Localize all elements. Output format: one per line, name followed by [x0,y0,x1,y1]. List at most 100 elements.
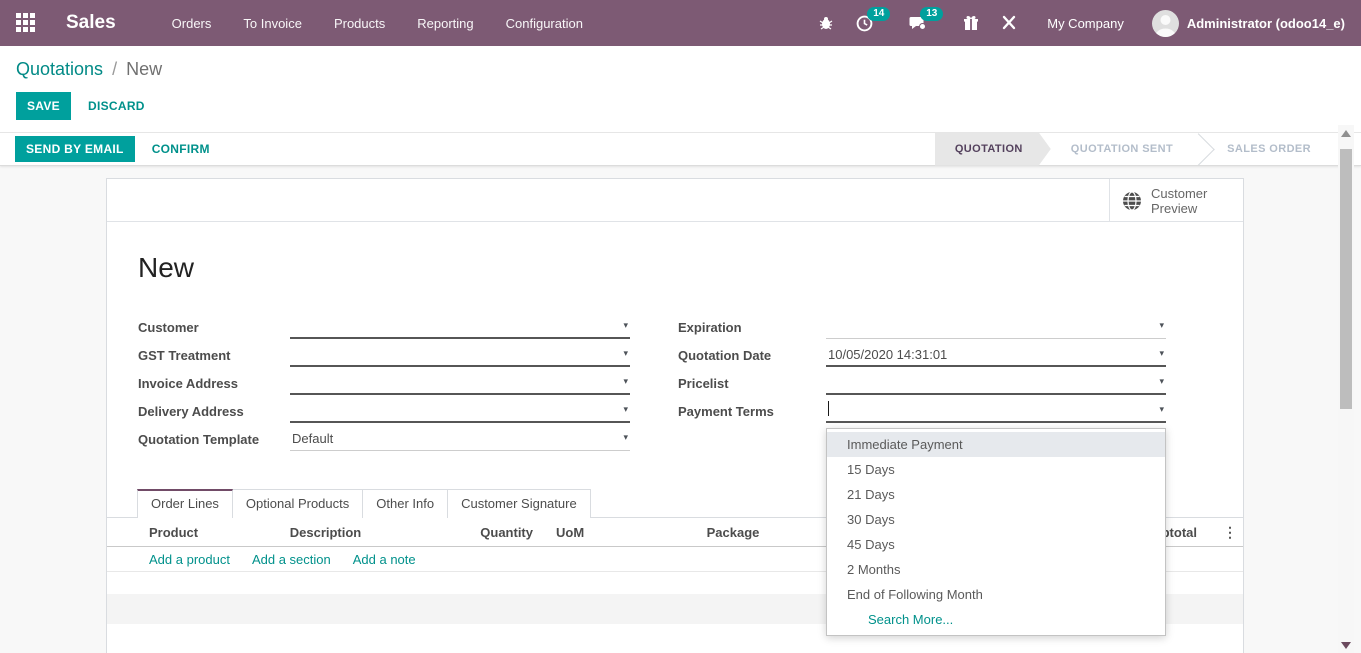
customer-preview-button[interactable]: Customer Preview [1109,179,1243,222]
scrollbar-down-arrow[interactable] [1341,642,1351,649]
app-title[interactable]: Sales [66,12,116,34]
chevron-down-icon: ▾ [623,320,628,331]
field-row-quotation-template: Quotation Template Default ▾ [138,425,630,453]
status-stepper: QUOTATION QUOTATION SENT SALES ORDER [935,133,1331,166]
nav-item-reporting[interactable]: Reporting [405,10,485,37]
quotation-date-input[interactable]: 10/05/2020 14:31:01 ▾ [826,344,1166,367]
add-a-section-link[interactable]: Add a section [252,552,331,567]
step-quotation-sent[interactable]: QUOTATION SENT [1051,133,1193,166]
top-navbar: Sales Orders To Invoice Products Reporti… [0,0,1361,46]
kebab-menu-icon[interactable]: ⋮ [1217,524,1243,541]
dropdown-item-end-of-following-month[interactable]: End of Following Month [827,582,1165,607]
company-switcher[interactable]: My Company [1047,16,1124,31]
column-description: Description [248,525,403,540]
quotation-template-input[interactable]: Default ▾ [290,428,630,451]
payment-terms-input[interactable]: ▾ [826,400,1166,423]
field-column-left: Customer ▾ GST Treatment ▾ [138,313,630,453]
tab-other-info[interactable]: Other Info [362,489,448,518]
save-button[interactable]: SAVE [16,92,71,120]
quotation-template-label: Quotation Template [138,432,290,447]
step-sales-order[interactable]: SALES ORDER [1207,133,1331,166]
chevron-down-icon: ▾ [623,404,628,415]
search-more-link[interactable]: Search More... [827,607,1165,632]
breadcrumb: Quotations / New [16,56,1361,82]
dropdown-item-2-months[interactable]: 2 Months [827,557,1165,582]
chevron-down-icon: ▾ [1159,348,1164,359]
chevron-down-icon: ▾ [623,376,628,387]
gst-treatment-input[interactable]: ▾ [290,344,630,367]
messages-badge: 13 [920,7,943,21]
dropdown-item-15-days[interactable]: 15 Days [827,457,1165,482]
column-quantity: Quantity [403,525,533,540]
control-panel-buttons: SAVE DISCARD [16,92,1361,120]
payment-terms-label: Payment Terms [678,404,826,419]
gift-icon[interactable] [963,15,979,31]
scrollbar-thumb[interactable] [1340,149,1352,409]
nav-item-orders[interactable]: Orders [160,10,224,37]
quotation-date-label: Quotation Date [678,348,826,363]
vertical-scrollbar[interactable] [1338,125,1354,653]
breadcrumb-quotations[interactable]: Quotations [16,59,103,79]
delivery-address-label: Delivery Address [138,404,290,419]
chevron-down-icon: ▾ [623,432,628,443]
user-name: Administrator (odoo14_e) [1187,16,1345,31]
avatar [1152,10,1179,37]
breadcrumb-current: New [126,59,162,79]
activities-badge: 14 [867,7,890,21]
chevron-down-icon: ▾ [623,348,628,359]
tab-optional-products[interactable]: Optional Products [232,489,363,518]
user-menu[interactable]: Administrator (odoo14_e) [1152,10,1345,37]
step-separator [1193,133,1207,166]
control-panel: Quotations / New SAVE DISCARD [0,46,1361,133]
tab-customer-signature[interactable]: Customer Signature [447,489,591,518]
pricelist-input[interactable]: ▾ [826,372,1166,395]
delivery-address-input[interactable]: ▾ [290,400,630,423]
dropdown-item-30-days[interactable]: 30 Days [827,507,1165,532]
add-a-note-link[interactable]: Add a note [353,552,416,567]
column-package: Package [648,525,818,540]
expiration-label: Expiration [678,320,826,335]
field-row-invoice-address: Invoice Address ▾ [138,369,630,397]
discard-button[interactable]: DISCARD [88,99,145,113]
dropdown-item-45-days[interactable]: 45 Days [827,532,1165,557]
form-statusbar: SEND BY EMAIL CONFIRM QUOTATION QUOTATIO… [0,133,1361,166]
dropdown-item-21-days[interactable]: 21 Days [827,482,1165,507]
scrollbar-up-arrow[interactable] [1341,130,1351,137]
nav-item-to-invoice[interactable]: To Invoice [231,10,314,37]
navbar-systray: 14 13 My Company Administrator (odoo14_e… [796,10,1345,37]
invoice-address-input[interactable]: ▾ [290,372,630,395]
nav-item-configuration[interactable]: Configuration [494,10,595,37]
activities-clock-icon[interactable]: 14 [856,15,873,32]
dropdown-item-immediate-payment[interactable]: Immediate Payment [827,432,1165,457]
bug-icon[interactable] [818,15,834,31]
customer-input[interactable]: ▾ [290,316,630,339]
invoice-address-label: Invoice Address [138,376,290,391]
payment-terms-dropdown: Immediate Payment 15 Days 21 Days 30 Day… [826,428,1166,636]
breadcrumb-separator: / [112,59,117,79]
field-row-gst-treatment: GST Treatment ▾ [138,341,630,369]
tab-order-lines[interactable]: Order Lines [137,489,233,518]
apps-menu-icon[interactable] [16,13,36,33]
form-button-box: Customer Preview [107,179,1243,222]
chevron-down-icon: ▾ [1159,404,1164,415]
gst-treatment-label: GST Treatment [138,348,290,363]
send-by-email-button[interactable]: SEND BY EMAIL [15,136,135,162]
customer-label: Customer [138,320,290,335]
field-row-delivery-address: Delivery Address ▾ [138,397,630,425]
globe-icon [1122,191,1142,211]
field-row-customer: Customer ▾ [138,313,630,341]
field-row-quotation-date: Quotation Date 10/05/2020 14:31:01 ▾ [678,341,1166,369]
step-quotation[interactable]: QUOTATION [935,133,1051,166]
confirm-button[interactable]: CONFIRM [152,142,210,156]
column-uom: UoM [533,525,648,540]
chevron-down-icon: ▾ [1159,376,1164,387]
add-a-product-link[interactable]: Add a product [149,552,230,567]
text-cursor [828,401,829,416]
tools-icon[interactable] [1001,15,1017,31]
nav-item-products[interactable]: Products [322,10,397,37]
expiration-input[interactable]: ▾ [826,316,1166,339]
messages-icon[interactable]: 13 [909,15,927,31]
field-row-payment-terms: Payment Terms ▾ [678,397,1166,425]
field-row-pricelist: Pricelist ▾ [678,369,1166,397]
pricelist-label: Pricelist [678,376,826,391]
